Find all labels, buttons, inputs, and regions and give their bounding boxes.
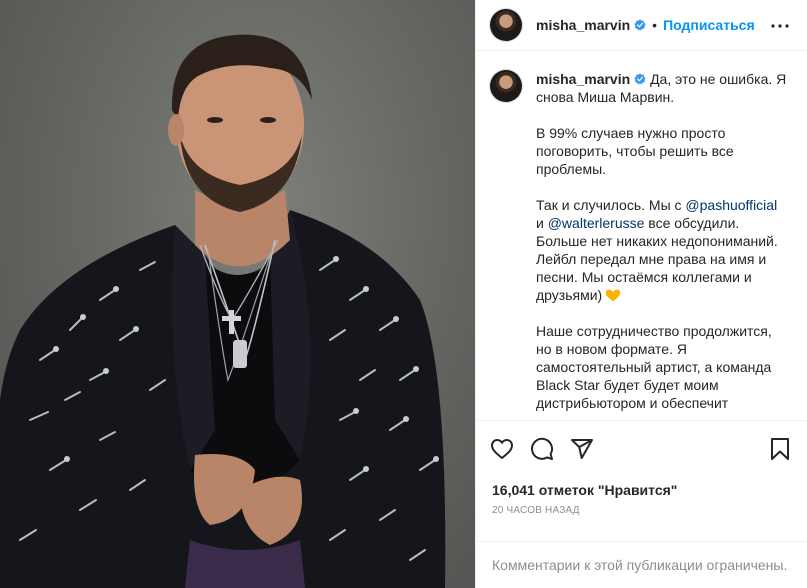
- caption-username[interactable]: misha_marvin: [536, 71, 630, 87]
- portrait-illustration: [0, 34, 446, 588]
- like-icon[interactable]: [490, 437, 514, 461]
- mention-pashuofficial[interactable]: @pashuofficial: [685, 197, 777, 213]
- likes-number: 16,041: [492, 482, 535, 498]
- instagram-post: misha_marvin • Подписаться misha_marvin …: [0, 0, 807, 588]
- header-avatar[interactable]: [490, 9, 522, 41]
- comments-restricted-notice: Комментарии к этой публикации ограничены…: [476, 541, 807, 588]
- caption-area: misha_marvin Да, это не ошибка. Я снова …: [476, 52, 807, 419]
- caption-paragraph-1: misha_marvin Да, это не ошибка. Я снова …: [536, 70, 788, 106]
- verified-badge-icon: [634, 73, 646, 85]
- comment-icon[interactable]: [530, 437, 554, 461]
- post-photo[interactable]: [0, 0, 475, 588]
- share-icon[interactable]: [570, 437, 594, 461]
- verified-badge-icon: [634, 19, 646, 31]
- caption-paragraph-2: В 99% случаев нужно просто поговорить, ч…: [536, 125, 734, 177]
- post-header: misha_marvin • Подписаться: [476, 0, 807, 51]
- header-separator: •: [652, 17, 658, 33]
- follow-button[interactable]: Подписаться: [663, 17, 755, 33]
- more-options-icon[interactable]: [768, 14, 792, 38]
- likes-label: отметок "Нравится": [538, 482, 678, 498]
- caption-avatar[interactable]: [490, 70, 522, 102]
- comments-notice-text: Комментарии к этой публикации ограничены…: [492, 557, 788, 573]
- likes-count[interactable]: 16,041 отметок "Нравится": [492, 482, 677, 498]
- caption-text-fragment: Так и случилось. Мы с: [536, 197, 686, 213]
- post-timestamp[interactable]: 20 ЧАСОВ НАЗАД: [492, 505, 580, 516]
- mention-walterlerusse[interactable]: @walterlerusse: [548, 215, 645, 231]
- post-side-panel: misha_marvin • Подписаться misha_marvin …: [475, 0, 807, 588]
- caption-paragraph-3: Так и случилось. Мы с @pashuofficial и @…: [536, 196, 788, 304]
- caption-text: misha_marvin Да, это не ошибка. Я снова …: [536, 70, 788, 419]
- caption-paragraph-4: Наше сотрудничество продолжится, но в но…: [536, 323, 772, 411]
- save-icon[interactable]: [768, 437, 792, 461]
- yellow-heart-icon: [606, 289, 621, 302]
- caption-text-fragment: и: [536, 215, 548, 231]
- header-username[interactable]: misha_marvin: [536, 17, 630, 33]
- action-bar: [476, 420, 807, 477]
